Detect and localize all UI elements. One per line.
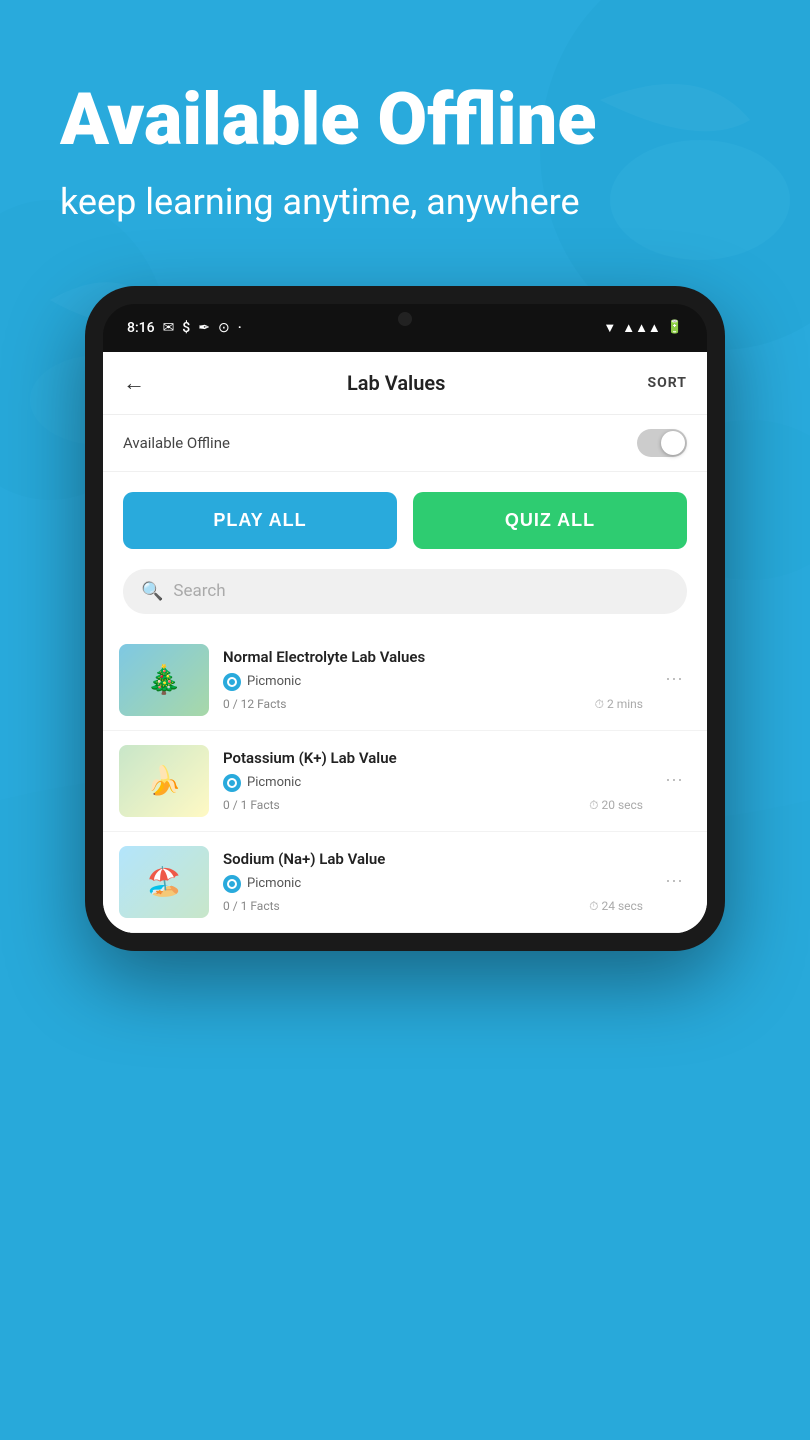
app-header: ← Lab Values SORT xyxy=(103,352,707,415)
status-target-icon: ⊙ xyxy=(218,320,230,336)
item-facts-3: 0 / 1 Facts xyxy=(223,899,280,913)
item-title-1: Normal Electrolyte Lab Values xyxy=(223,648,643,668)
picmonic-icon-inner-2 xyxy=(227,778,237,788)
search-placeholder-text: Search xyxy=(173,581,225,601)
phone-frame: 8:16 ✉ $ ✒ ⊙ · ▼ ▲▲▲ 🔋 ← Lab Values SORT xyxy=(85,286,725,951)
item-info-3: Sodium (Na+) Lab Value Picmonic 0 / 1 Fa… xyxy=(223,850,643,914)
item-source-3: Picmonic xyxy=(223,875,643,893)
quiz-all-button[interactable]: QUIZ ALL xyxy=(413,492,687,549)
app-screen-title: Lab Values xyxy=(347,371,445,395)
item-meta-1: 0 / 12 Facts ⏱ 2 mins xyxy=(223,697,643,712)
item-source-1: Picmonic xyxy=(223,673,643,691)
search-icon: 🔍 xyxy=(141,581,163,602)
item-title-3: Sodium (Na+) Lab Value xyxy=(223,850,643,870)
item-info-2: Potassium (K+) Lab Value Picmonic 0 / 1 … xyxy=(223,749,643,813)
status-time: 8:16 xyxy=(127,320,155,336)
picmonic-icon-1 xyxy=(223,673,241,691)
sort-button[interactable]: SORT xyxy=(647,375,687,391)
status-bar: 8:16 ✉ $ ✒ ⊙ · ▼ ▲▲▲ 🔋 xyxy=(103,304,707,352)
item-thumbnail-3: 🏖️ xyxy=(119,846,209,918)
offline-label: Available Offline xyxy=(123,434,230,452)
item-source-2: Picmonic xyxy=(223,774,643,792)
back-button[interactable]: ← xyxy=(123,370,145,396)
status-right-icons: ▼ ▲▲▲ 🔋 xyxy=(603,320,683,336)
item-source-name-2: Picmonic xyxy=(247,775,301,790)
search-bar[interactable]: 🔍 Search xyxy=(123,569,687,614)
item-info-1: Normal Electrolyte Lab Values Picmonic 0… xyxy=(223,648,643,712)
action-buttons-row: PLAY ALL QUIZ ALL xyxy=(103,472,707,569)
picmonic-icon-3 xyxy=(223,875,241,893)
list-item[interactable]: 🏖️ Sodium (Na+) Lab Value Picmonic 0 / 1… xyxy=(103,832,707,933)
status-mail-icon: ✉ xyxy=(163,320,175,336)
thumb-image-3: 🏖️ xyxy=(119,846,209,918)
item-facts-2: 0 / 1 Facts xyxy=(223,798,280,812)
offline-toggle-row: Available Offline xyxy=(103,415,707,472)
item-source-name-1: Picmonic xyxy=(247,674,301,689)
item-more-2[interactable]: ⋯ xyxy=(657,766,691,795)
thumb-image-1: 🎄 xyxy=(119,644,209,716)
toggle-knob xyxy=(661,431,685,455)
item-time-3: ⏱ 24 secs xyxy=(589,899,643,914)
list-item[interactable]: 🍌 Potassium (K+) Lab Value Picmonic 0 / … xyxy=(103,731,707,832)
picmonic-icon-inner-3 xyxy=(227,879,237,889)
camera-notch xyxy=(398,312,412,326)
status-dot: · xyxy=(238,320,242,336)
picmonic-icon-2 xyxy=(223,774,241,792)
play-all-button[interactable]: PLAY ALL xyxy=(123,492,397,549)
wifi-icon: ▼ xyxy=(603,320,616,336)
item-meta-2: 0 / 1 Facts ⏱ 20 secs xyxy=(223,798,643,813)
items-list: 🎄 Normal Electrolyte Lab Values Picmonic… xyxy=(103,630,707,933)
list-item[interactable]: 🎄 Normal Electrolyte Lab Values Picmonic… xyxy=(103,630,707,731)
item-time-2: ⏱ 20 secs xyxy=(589,798,643,813)
item-more-1[interactable]: ⋯ xyxy=(657,665,691,694)
signal-icon: ▲▲▲ xyxy=(622,320,661,336)
offline-toggle[interactable] xyxy=(637,429,687,457)
item-more-3[interactable]: ⋯ xyxy=(657,867,691,896)
main-title: Available Offline xyxy=(60,80,750,159)
thumb-image-2: 🍌 xyxy=(119,745,209,817)
item-time-1: ⏱ 2 mins xyxy=(595,697,643,712)
item-facts-1: 0 / 12 Facts xyxy=(223,697,286,711)
main-subtitle: keep learning anytime, anywhere xyxy=(60,179,750,226)
picmonic-icon-inner-1 xyxy=(227,677,237,687)
item-source-name-3: Picmonic xyxy=(247,876,301,891)
item-thumbnail-2: 🍌 xyxy=(119,745,209,817)
status-pen-icon: ✒ xyxy=(198,320,210,336)
item-meta-3: 0 / 1 Facts ⏱ 24 secs xyxy=(223,899,643,914)
header-section: Available Offline keep learning anytime,… xyxy=(0,0,810,266)
phone-screen: ← Lab Values SORT Available Offline PLAY… xyxy=(103,352,707,933)
battery-icon: 🔋 xyxy=(667,320,683,335)
item-title-2: Potassium (K+) Lab Value xyxy=(223,749,643,769)
item-thumbnail-1: 🎄 xyxy=(119,644,209,716)
phone-mockup: 8:16 ✉ $ ✒ ⊙ · ▼ ▲▲▲ 🔋 ← Lab Values SORT xyxy=(0,286,810,951)
status-dollar-icon: $ xyxy=(182,320,190,336)
status-left: 8:16 ✉ $ ✒ ⊙ · xyxy=(127,320,242,336)
